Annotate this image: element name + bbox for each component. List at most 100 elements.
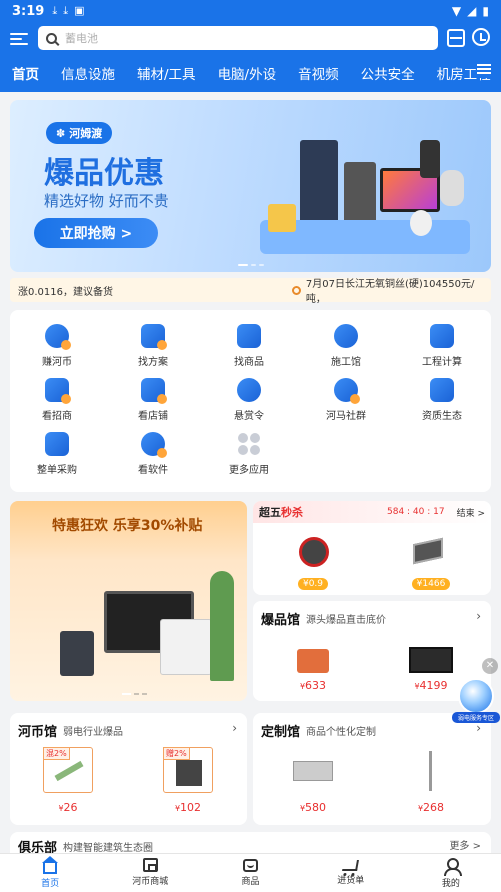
tab-bottom-profile[interactable]: 我的 bbox=[401, 854, 501, 892]
custom-shop-card[interactable]: 定制馆 商品个性化定制 › 580 268 bbox=[253, 713, 491, 825]
close-icon[interactable]: ✕ bbox=[482, 658, 498, 674]
product-image bbox=[160, 619, 212, 675]
product-image: 混2% bbox=[43, 747, 93, 793]
quick-investment[interactable]: 看招商 bbox=[17, 378, 97, 422]
quick-bounty[interactable]: 悬赏令 bbox=[209, 378, 289, 422]
ticker-right-text: 7月07日长江无氧铜丝(硬)104550元/吨， bbox=[305, 279, 475, 305]
product-image bbox=[407, 641, 455, 679]
menu-icon[interactable] bbox=[10, 30, 28, 48]
product-price: 633 bbox=[273, 679, 353, 692]
tab-computers[interactable]: 电脑/外设 bbox=[218, 63, 277, 83]
home-icon bbox=[42, 856, 59, 874]
flash-sale-end-link[interactable]: 结束 > bbox=[457, 506, 485, 519]
hero-banner[interactable]: 河姆渡 爆品优惠 精选好物 好而不贵 立即抢购 > bbox=[10, 100, 491, 272]
search-input[interactable]: 蓄电池 bbox=[38, 26, 438, 50]
tab-info-facilities[interactable]: 信息设施 bbox=[61, 63, 115, 83]
coin-product-item[interactable]: 赠2% 102 bbox=[148, 747, 228, 814]
quick-label: 看招商 bbox=[42, 411, 72, 422]
tab-public-safety[interactable]: 公共安全 bbox=[361, 63, 415, 83]
truck-icon bbox=[45, 432, 69, 456]
flash-sale-item[interactable]: ¥1466 bbox=[391, 533, 471, 590]
quick-label: 工程计算 bbox=[422, 357, 462, 368]
helmet-icon bbox=[334, 324, 358, 348]
custom-shop-header: 定制馆 商品个性化定制 bbox=[261, 721, 376, 740]
quick-qualification[interactable]: 资质生态 bbox=[402, 378, 482, 422]
category-tabs: 首页 信息设施 辅材/工具 电脑/外设 音视频 公共安全 机房工程 bbox=[0, 60, 501, 86]
quick-stores[interactable]: 看店铺 bbox=[113, 378, 193, 422]
calculator-icon bbox=[430, 324, 454, 348]
tab-bottom-home[interactable]: 首页 bbox=[0, 854, 100, 892]
chevron-right-icon[interactable]: › bbox=[476, 609, 481, 623]
price-ticker[interactable]: 涨0.0116，建议备货 7月07日长江无氧铜丝(硬)104550元/吨， bbox=[10, 278, 491, 305]
quick-label: 整单采购 bbox=[37, 465, 77, 476]
tab-bottom-coin-mall[interactable]: 河币商城 bbox=[100, 854, 200, 892]
tab-home[interactable]: 首页 bbox=[12, 63, 39, 83]
clock-icon[interactable] bbox=[472, 28, 490, 46]
briefcase-icon bbox=[430, 378, 454, 402]
document-icon bbox=[141, 324, 167, 350]
quick-label: 找方案 bbox=[138, 357, 168, 368]
coin-product-item[interactable]: 混2% 26 bbox=[28, 747, 108, 814]
quick-more-apps[interactable]: 更多应用 bbox=[209, 432, 289, 476]
quick-community[interactable]: 河马社群 bbox=[306, 378, 386, 422]
tab-label: 进货单 bbox=[337, 876, 365, 886]
ticker-left-text: 涨0.0116，建议备货 bbox=[18, 286, 113, 298]
quick-label: 施工馆 bbox=[331, 357, 361, 368]
quick-label: 河马社群 bbox=[326, 411, 366, 422]
quick-earn-coins[interactable]: 赚河币 bbox=[17, 324, 97, 368]
promo-banner[interactable]: 特惠狂欢 乐享30%补贴 bbox=[10, 501, 247, 701]
reward-badge: 赠2% bbox=[163, 747, 190, 760]
quick-label: 看店铺 bbox=[138, 411, 168, 422]
flash-sale-item[interactable]: ¥0.9 bbox=[273, 533, 353, 590]
product-image bbox=[289, 641, 337, 679]
tab-label: 商品 bbox=[241, 877, 260, 887]
quick-software[interactable]: 看软件 bbox=[113, 432, 193, 476]
tab-bottom-products[interactable]: 商品 bbox=[200, 854, 300, 892]
buy-now-button[interactable]: 立即抢购 > bbox=[34, 218, 158, 248]
chevron-right-icon[interactable]: › bbox=[232, 721, 237, 735]
quick-construction[interactable]: 施工馆 bbox=[306, 324, 386, 368]
product-price: 268 bbox=[391, 801, 471, 814]
custom-product-item[interactable]: 580 bbox=[273, 747, 353, 814]
quick-label: 看软件 bbox=[138, 465, 168, 476]
quick-label: 更多应用 bbox=[229, 465, 269, 476]
store-icon bbox=[142, 858, 158, 872]
store-icon bbox=[141, 378, 167, 404]
cart-icon bbox=[342, 860, 360, 871]
tab-bottom-cart[interactable]: 进货单 bbox=[301, 854, 401, 892]
coin-mall-card[interactable]: 河币馆 弱电行业爆品 › 混2% 26 赠2% 102 bbox=[10, 713, 247, 825]
status-bar: 3:19 ⤓ ⤓ ▣ ▼ ◢ ▮ bbox=[0, 0, 501, 22]
bottom-tab-bar: 首页 河币商城 商品 进货单 我的 bbox=[0, 853, 501, 892]
search-placeholder: 蓄电池 bbox=[65, 32, 98, 45]
hot-products-header: 爆品馆 源头爆品直击底价 bbox=[261, 609, 386, 628]
service-widget-label: 弱电服务专区 bbox=[452, 712, 500, 723]
service-float-widget[interactable]: ✕ 弱电服务专区 bbox=[452, 658, 500, 724]
money-bag-icon bbox=[237, 378, 261, 402]
service-mascot-icon bbox=[458, 678, 494, 714]
quick-calculator[interactable]: 工程计算 bbox=[402, 324, 482, 368]
club-more-link[interactable]: 更多 > bbox=[449, 837, 481, 852]
download-icon: ⤓ bbox=[52, 4, 58, 17]
quick-find-solutions[interactable]: 找方案 bbox=[113, 324, 193, 368]
quick-bulk-purchase[interactable]: 整单采购 bbox=[17, 432, 97, 476]
product-image bbox=[407, 533, 455, 571]
hot-product-item[interactable]: 633 bbox=[273, 641, 353, 692]
tab-audio-video[interactable]: 音视频 bbox=[298, 63, 339, 83]
people-icon bbox=[334, 378, 360, 404]
countdown-timer: 584 : 40 : 17 bbox=[387, 507, 445, 517]
banner-products-image bbox=[260, 140, 470, 260]
tab-label: 我的 bbox=[441, 879, 460, 889]
coin-icon bbox=[45, 324, 71, 350]
flash-sale-card[interactable]: 超五 秒杀 584 : 40 : 17 结束 > ¥0.9 ¥1466 bbox=[253, 501, 491, 595]
product-price: 580 bbox=[273, 801, 353, 814]
banner-pagination bbox=[238, 264, 264, 266]
scan-icon[interactable] bbox=[447, 29, 465, 47]
coin-mall-title: 河币馆 bbox=[18, 725, 58, 740]
notification-icons: ⤓ ⤓ ▣ bbox=[52, 4, 84, 18]
promo-headline: 特惠狂欢 乐享30%补贴 bbox=[52, 518, 203, 534]
category-menu-icon[interactable] bbox=[477, 62, 491, 78]
tab-materials-tools[interactable]: 辅材/工具 bbox=[137, 63, 196, 83]
promo-pagination bbox=[122, 693, 147, 695]
custom-product-item[interactable]: 268 bbox=[391, 747, 471, 814]
quick-find-products[interactable]: 找商品 bbox=[209, 324, 289, 368]
